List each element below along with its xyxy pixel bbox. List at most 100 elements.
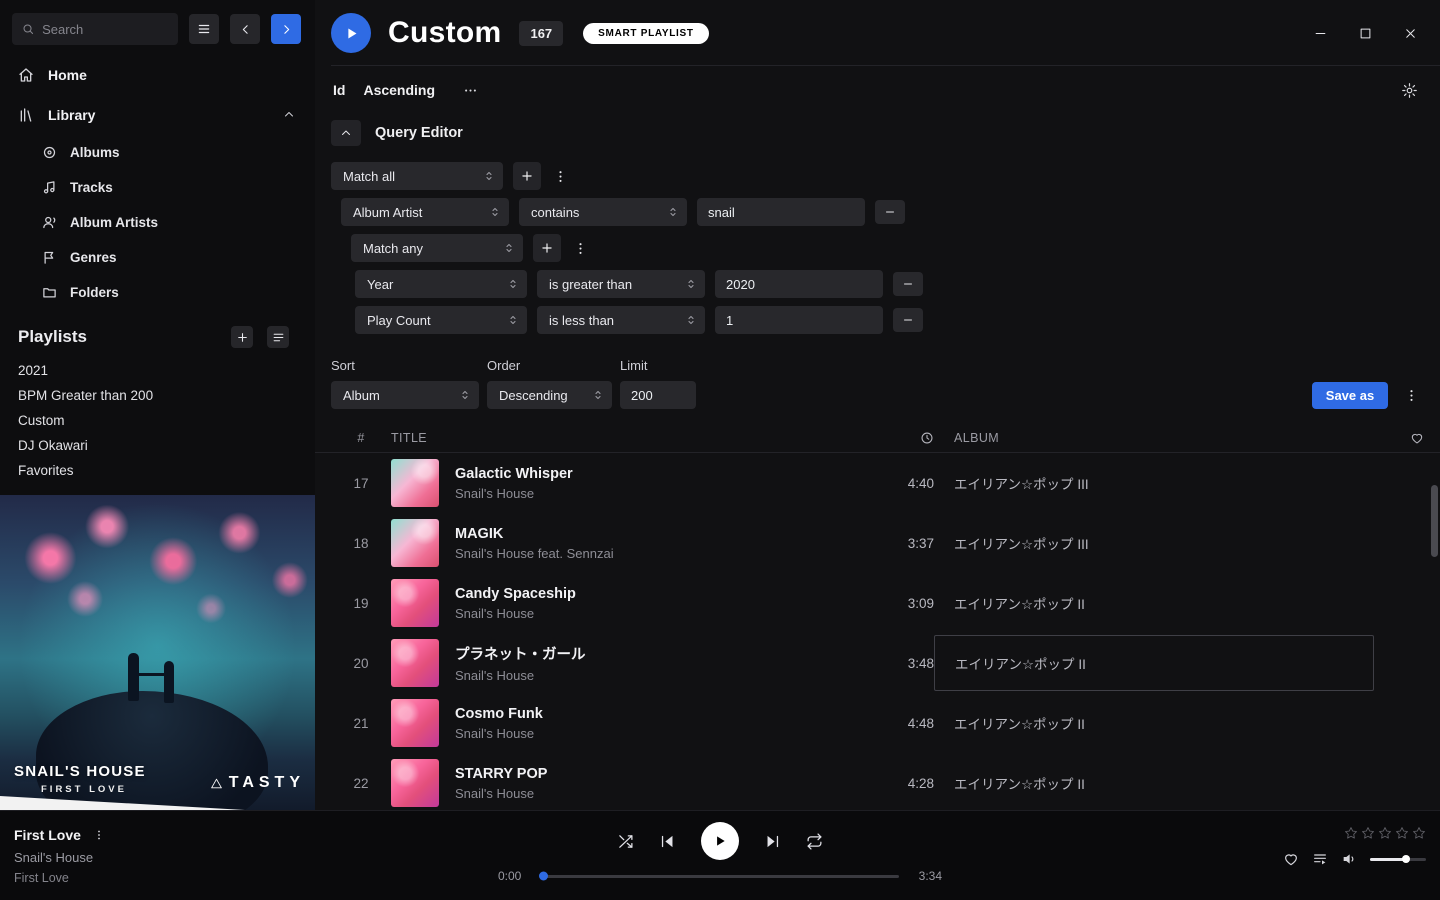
track-album[interactable]: エイリアン☆ポップ II: [934, 695, 1374, 751]
query-editor-title: Query Editor: [375, 125, 463, 141]
shuffle-icon[interactable]: [617, 833, 634, 850]
skip-next-icon[interactable]: [764, 833, 781, 850]
elapsed-time: 0:00: [498, 869, 526, 883]
play-playlist-button[interactable]: [331, 13, 371, 53]
sort-field-button[interactable]: Id: [333, 82, 345, 98]
star-icon[interactable]: [1378, 826, 1392, 840]
star-icon[interactable]: [1395, 826, 1409, 840]
track-row[interactable]: 20 プラネット・ガール Snail's House 3:48 エイリアン☆ポッ…: [315, 633, 1440, 693]
playlist-item-custom[interactable]: Custom: [0, 408, 315, 433]
order-select[interactable]: Descending: [487, 381, 612, 409]
playlist-item-bpm-greater-than-200[interactable]: BPM Greater than 200: [0, 383, 315, 408]
settings-button[interactable]: [1401, 82, 1418, 99]
add-rule-button[interactable]: [513, 162, 541, 190]
now-playing-menu-button[interactable]: [93, 828, 105, 842]
star-icon[interactable]: [1344, 826, 1358, 840]
track-album[interactable]: エイリアン☆ポップ II: [934, 575, 1374, 631]
rule-operator-select[interactable]: contains: [519, 198, 687, 226]
star-icon[interactable]: [1412, 826, 1426, 840]
sidebar-item-home[interactable]: Home: [0, 55, 315, 95]
remove-rule-button[interactable]: [893, 308, 923, 332]
rule-value-input[interactable]: [715, 270, 883, 298]
sidebar-item-albums[interactable]: Albums: [0, 135, 315, 170]
search-box[interactable]: [12, 13, 178, 45]
scrollbar-thumb[interactable]: [1431, 485, 1438, 557]
star-icon[interactable]: [1361, 826, 1375, 840]
group-options-button[interactable]: [551, 169, 569, 184]
search-input[interactable]: [42, 22, 168, 37]
track-album[interactable]: エイリアン☆ポップ III: [934, 515, 1374, 571]
rule-field-select[interactable]: Play Count: [355, 306, 527, 334]
menu-button[interactable]: [189, 14, 219, 44]
group-options-button[interactable]: [571, 241, 589, 256]
favorite-heart-icon[interactable]: [1283, 851, 1299, 867]
rule-value-input[interactable]: [715, 306, 883, 334]
track-table-header: # TITLE ALBUM: [315, 423, 1440, 453]
track-album[interactable]: エイリアン☆ポップ II: [934, 755, 1374, 810]
seek-bar[interactable]: [541, 875, 899, 878]
close-icon[interactable]: [1403, 26, 1418, 41]
nav-forward-button[interactable]: [271, 14, 301, 44]
volume-fill: [1370, 858, 1406, 861]
nav-back-button[interactable]: [230, 14, 260, 44]
now-playing-artist[interactable]: Snail's House: [14, 850, 105, 865]
seek-handle[interactable]: [539, 872, 548, 881]
track-album-focused[interactable]: エイリアン☆ポップ II: [934, 635, 1374, 691]
track-row[interactable]: 22 STARRY POP Snail's House 4:28 エイリアン☆ポ…: [315, 753, 1440, 810]
limit-input[interactable]: [620, 381, 696, 409]
query-editor-collapse-button[interactable]: [331, 120, 361, 146]
track-row[interactable]: 18 MAGIK Snail's House feat. Sennzai 3:3…: [315, 513, 1440, 573]
artwork-artist-text: SNAIL'S HOUSE: [14, 763, 146, 780]
column-album[interactable]: ALBUM: [934, 431, 1374, 445]
add-playlist-button[interactable]: [231, 326, 253, 348]
toolbar-more-button[interactable]: [463, 83, 478, 98]
column-duration[interactable]: [920, 431, 934, 445]
track-album-art: [391, 519, 439, 567]
track-row[interactable]: 21 Cosmo Funk Snail's House 4:48 エイリアン☆ポ…: [315, 693, 1440, 753]
sort-select[interactable]: Album: [331, 381, 479, 409]
remove-rule-button[interactable]: [875, 200, 905, 224]
sidebar-item-library[interactable]: Library: [0, 95, 315, 135]
track-album-art: [391, 579, 439, 627]
track-row[interactable]: 19 Candy Spaceship Snail's House 3:09 エイ…: [315, 573, 1440, 633]
track-row[interactable]: 17 Galactic Whisper Snail's House 4:40 エ…: [315, 453, 1440, 513]
volume-icon[interactable]: [1341, 851, 1357, 867]
playlist-options-button[interactable]: [267, 326, 289, 348]
skip-previous-icon[interactable]: [659, 833, 676, 850]
track-album-art: [391, 639, 439, 687]
volume-handle[interactable]: [1402, 855, 1410, 863]
playlist-item-2021[interactable]: 2021: [0, 358, 315, 383]
column-number[interactable]: #: [357, 431, 364, 445]
rule-operator-select[interactable]: is greater than: [537, 270, 705, 298]
add-rule-button[interactable]: [533, 234, 561, 262]
save-as-button[interactable]: Save as: [1312, 382, 1388, 409]
rule-value-input[interactable]: [697, 198, 865, 226]
rule-operator-select[interactable]: is less than: [537, 306, 705, 334]
sidebar-item-album-artists[interactable]: Album Artists: [0, 205, 315, 240]
maximize-icon[interactable]: [1358, 26, 1373, 41]
minimize-icon[interactable]: [1313, 26, 1328, 41]
match-any-select[interactable]: Match any: [351, 234, 523, 262]
library-collapse-chevron[interactable]: [283, 109, 295, 121]
match-all-select[interactable]: Match all: [331, 162, 503, 190]
rule-field-select[interactable]: Album Artist: [341, 198, 509, 226]
track-album[interactable]: エイリアン☆ポップ III: [934, 455, 1374, 511]
now-playing-album[interactable]: First Love: [14, 871, 105, 885]
queue-icon[interactable]: [1312, 851, 1328, 867]
play-pause-button[interactable]: [701, 822, 739, 860]
save-options-button[interactable]: [1402, 382, 1420, 409]
playlist-item-favorites[interactable]: Favorites: [0, 458, 315, 483]
minus-icon: [902, 278, 914, 290]
rule-field-select[interactable]: Year: [355, 270, 527, 298]
sidebar-item-tracks[interactable]: Tracks: [0, 170, 315, 205]
volume-slider[interactable]: [1370, 858, 1426, 861]
playlist-item-dj-okawari[interactable]: DJ Okawari: [0, 433, 315, 458]
repeat-icon[interactable]: [806, 833, 823, 850]
column-title[interactable]: TITLE: [391, 431, 874, 445]
column-favorite[interactable]: [1410, 431, 1424, 445]
sidebar-item-folders[interactable]: Folders: [0, 275, 315, 310]
more-vertical-icon: [573, 241, 588, 256]
sidebar-item-genres[interactable]: Genres: [0, 240, 315, 275]
sort-order-button[interactable]: Ascending: [363, 82, 435, 98]
remove-rule-button[interactable]: [893, 272, 923, 296]
